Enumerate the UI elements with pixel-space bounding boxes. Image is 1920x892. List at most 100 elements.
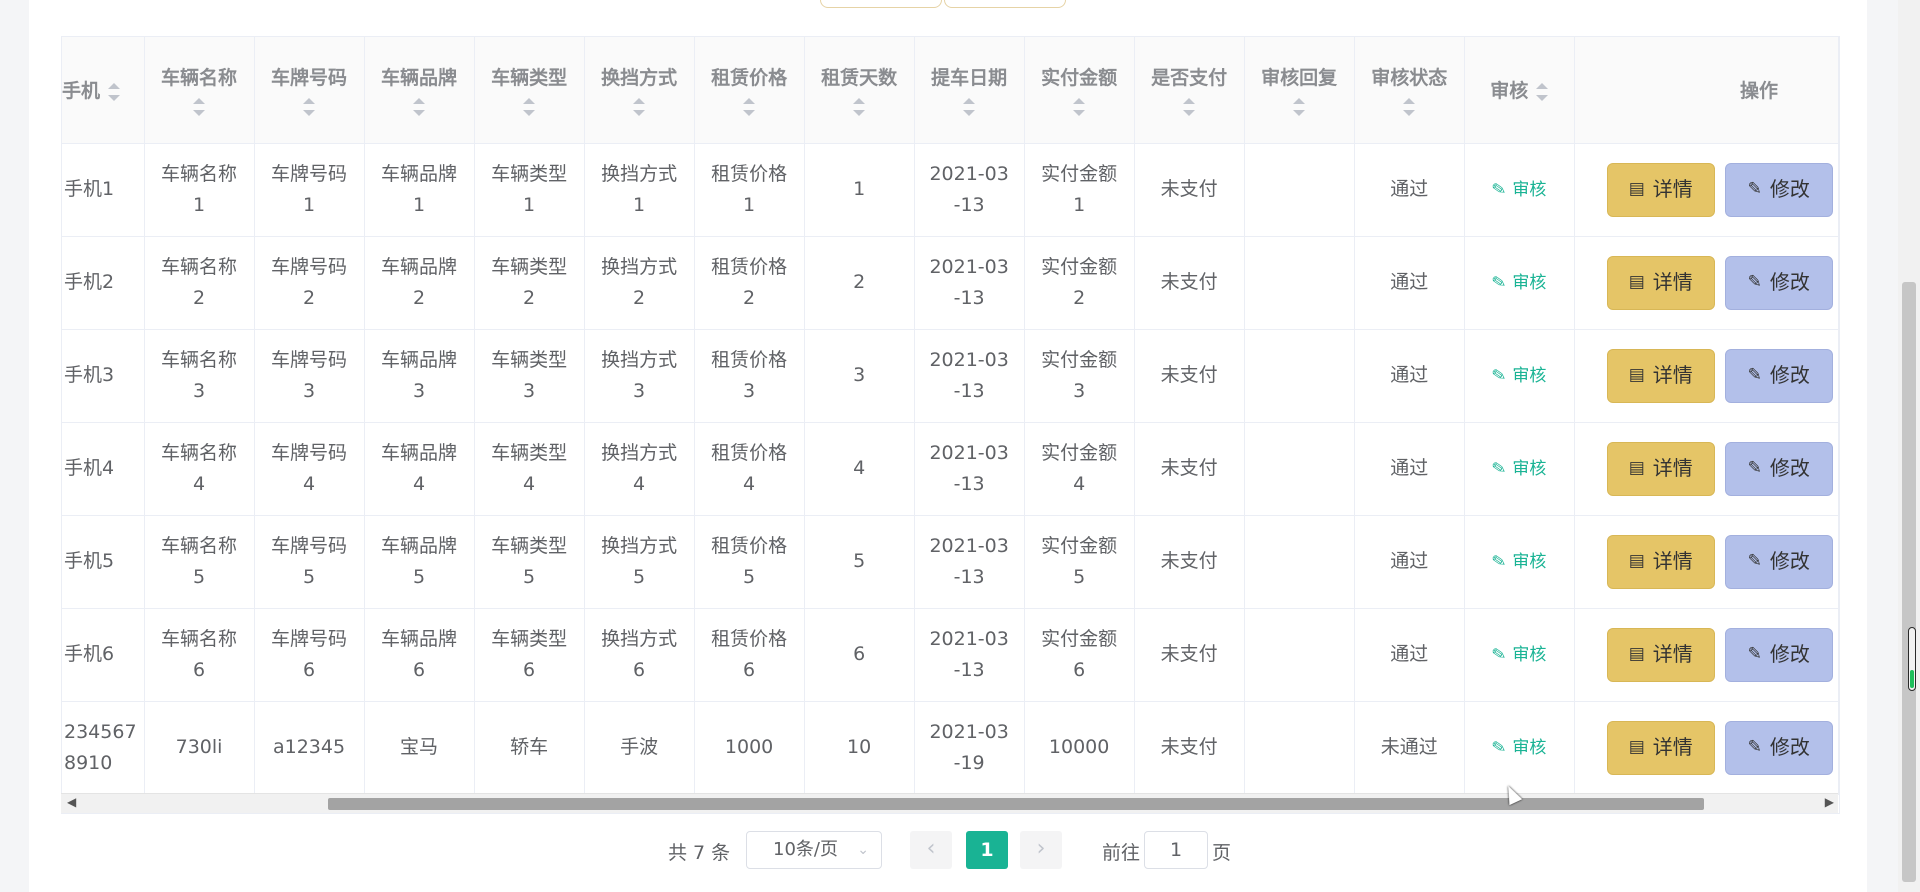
vertical-scrollbar-thumb[interactable]	[1902, 282, 1916, 882]
vertical-scrollbar[interactable]	[1898, 0, 1920, 892]
goto-page-input[interactable]	[1144, 831, 1208, 869]
detail-button-label: 详情	[1652, 549, 1693, 573]
edit-button[interactable]: ✎ 修改	[1724, 534, 1833, 589]
sort-icon[interactable]	[1536, 82, 1549, 101]
review-link[interactable]: ✎ 审核	[1490, 178, 1546, 200]
col-header-review-status[interactable]: 审核状态	[1354, 37, 1465, 144]
cell-review-reply	[1244, 515, 1355, 609]
sort-icon[interactable]	[523, 98, 536, 117]
cell-review: ✎ 审核	[1464, 329, 1575, 423]
edit-button[interactable]: ✎ 修改	[1724, 348, 1833, 403]
col-header-pickup-date[interactable]: 提车日期	[914, 37, 1025, 144]
detail-button[interactable]: ▤ 详情	[1606, 534, 1715, 589]
scrollbar-thumb[interactable]	[328, 798, 1704, 810]
col-header-label: 车辆类型	[491, 67, 568, 90]
sort-icon[interactable]	[1403, 98, 1416, 117]
detail-button-label: 详情	[1652, 456, 1693, 480]
edit-pen-icon: ✎	[1490, 457, 1508, 480]
detail-button[interactable]: ▤ 详情	[1606, 720, 1715, 775]
cell-type: 车辆类型 5	[474, 515, 585, 609]
cell-actions: ▤ 详情 ✎ 修改	[1574, 143, 1839, 237]
cell-phone: 手机6	[62, 608, 145, 702]
sort-icon[interactable]	[743, 98, 756, 117]
sort-icon[interactable]	[963, 98, 976, 117]
cell-review-status: 通过	[1354, 608, 1465, 702]
edit-pen-icon: ✎	[1490, 736, 1508, 759]
col-header-type[interactable]: 车辆类型	[474, 37, 585, 144]
cell-actions: ▤ 详情 ✎ 修改	[1574, 515, 1839, 609]
review-link[interactable]: ✎ 审核	[1490, 550, 1546, 572]
sort-icon[interactable]	[193, 98, 206, 117]
col-header-label: 实付金额	[1041, 67, 1118, 90]
col-header-vehicle-name[interactable]: 车辆名称	[144, 37, 255, 144]
cell-type: 车辆类型 3	[474, 329, 585, 423]
toolbar-button-2[interactable]	[944, 0, 1066, 8]
cell-phone: 手机1	[62, 143, 145, 237]
cell-paid-amount: 实付金额 2	[1024, 236, 1135, 330]
document-icon: ▤	[1628, 179, 1645, 199]
detail-button[interactable]: ▤ 详情	[1606, 441, 1715, 496]
sort-icon[interactable]	[633, 98, 646, 117]
detail-button[interactable]: ▤ 详情	[1606, 162, 1715, 217]
cell-brand: 车辆品牌 5	[364, 515, 475, 609]
review-link[interactable]: ✎ 审核	[1490, 643, 1546, 665]
edit-button[interactable]: ✎ 修改	[1724, 441, 1833, 496]
cell-pickup-date: 2021-03 -13	[914, 236, 1025, 330]
review-link-label: 审核	[1512, 458, 1547, 479]
col-header-is-paid[interactable]: 是否支付	[1134, 37, 1245, 144]
prev-page-button[interactable]: ‹	[910, 831, 952, 869]
cell-rent-price: 租赁价格 6	[694, 608, 805, 702]
sort-icon[interactable]	[1073, 98, 1086, 117]
data-table: 手机 车辆名称 车牌号码 车辆品牌 车辆类型 换挡方式 租赁价格 租赁天数 提车…	[61, 36, 1840, 814]
cell-review: ✎ 审核	[1464, 701, 1575, 795]
col-header-rent-days[interactable]: 租赁天数	[804, 37, 915, 144]
detail-button-label: 详情	[1652, 270, 1693, 294]
edit-button[interactable]: ✎ 修改	[1724, 255, 1833, 310]
edit-pen-icon: ✎	[1747, 272, 1762, 292]
edit-pen-icon: ✎	[1490, 364, 1508, 387]
review-link[interactable]: ✎ 审核	[1490, 736, 1546, 758]
edit-button[interactable]: ✎ 修改	[1724, 720, 1833, 775]
edit-button[interactable]: ✎ 修改	[1724, 627, 1833, 682]
col-header-label: 是否支付	[1151, 67, 1228, 90]
sort-icon[interactable]	[303, 98, 316, 117]
cell-brand: 宝马	[364, 701, 475, 795]
sort-icon[interactable]	[108, 82, 121, 101]
scroll-left-icon[interactable]: ◀	[67, 795, 76, 809]
cell-review-reply	[1244, 422, 1355, 516]
detail-button[interactable]: ▤ 详情	[1606, 348, 1715, 403]
page-number-current[interactable]: 1	[966, 831, 1008, 869]
page-size-select[interactable]: 10条/页 ⌄	[746, 831, 882, 869]
col-header-label: 审核	[1490, 80, 1529, 103]
col-header-brand[interactable]: 车辆品牌	[364, 37, 475, 144]
col-header-review[interactable]: 审核	[1464, 37, 1575, 144]
sort-icon[interactable]	[1293, 98, 1306, 117]
cell-phone: 234567 8910	[62, 701, 145, 795]
toolbar-button-1[interactable]	[820, 0, 942, 8]
sort-icon[interactable]	[413, 98, 426, 117]
review-link[interactable]: ✎ 审核	[1490, 364, 1546, 386]
scroll-indicator-icon	[1908, 627, 1916, 691]
edit-button-label: 修改	[1769, 270, 1810, 294]
col-header-phone[interactable]: 手机	[62, 37, 145, 144]
edit-pen-icon: ✎	[1747, 551, 1762, 571]
edit-button[interactable]: ✎ 修改	[1724, 162, 1833, 217]
sort-icon[interactable]	[853, 98, 866, 117]
scroll-right-icon[interactable]: ▶	[1825, 795, 1834, 809]
cell-plate-no: 车牌号码 6	[254, 608, 365, 702]
col-header-paid-amount[interactable]: 实付金额	[1024, 37, 1135, 144]
detail-button[interactable]: ▤ 详情	[1606, 627, 1715, 682]
cell-actions: ▤ 详情 ✎ 修改	[1574, 701, 1839, 795]
horizontal-scrollbar[interactable]: ◀ ▶	[61, 793, 1838, 813]
detail-button[interactable]: ▤ 详情	[1606, 255, 1715, 310]
review-link[interactable]: ✎ 审核	[1490, 271, 1546, 293]
sort-icon[interactable]	[1183, 98, 1196, 117]
col-header-rent-price[interactable]: 租赁价格	[694, 37, 805, 144]
document-icon: ▤	[1628, 644, 1645, 664]
cell-review-reply	[1244, 143, 1355, 237]
next-page-button[interactable]: ›	[1020, 831, 1062, 869]
col-header-plate-no[interactable]: 车牌号码	[254, 37, 365, 144]
col-header-review-reply[interactable]: 审核回复	[1244, 37, 1355, 144]
review-link[interactable]: ✎ 审核	[1490, 457, 1547, 479]
col-header-gearbox[interactable]: 换挡方式	[584, 37, 695, 144]
